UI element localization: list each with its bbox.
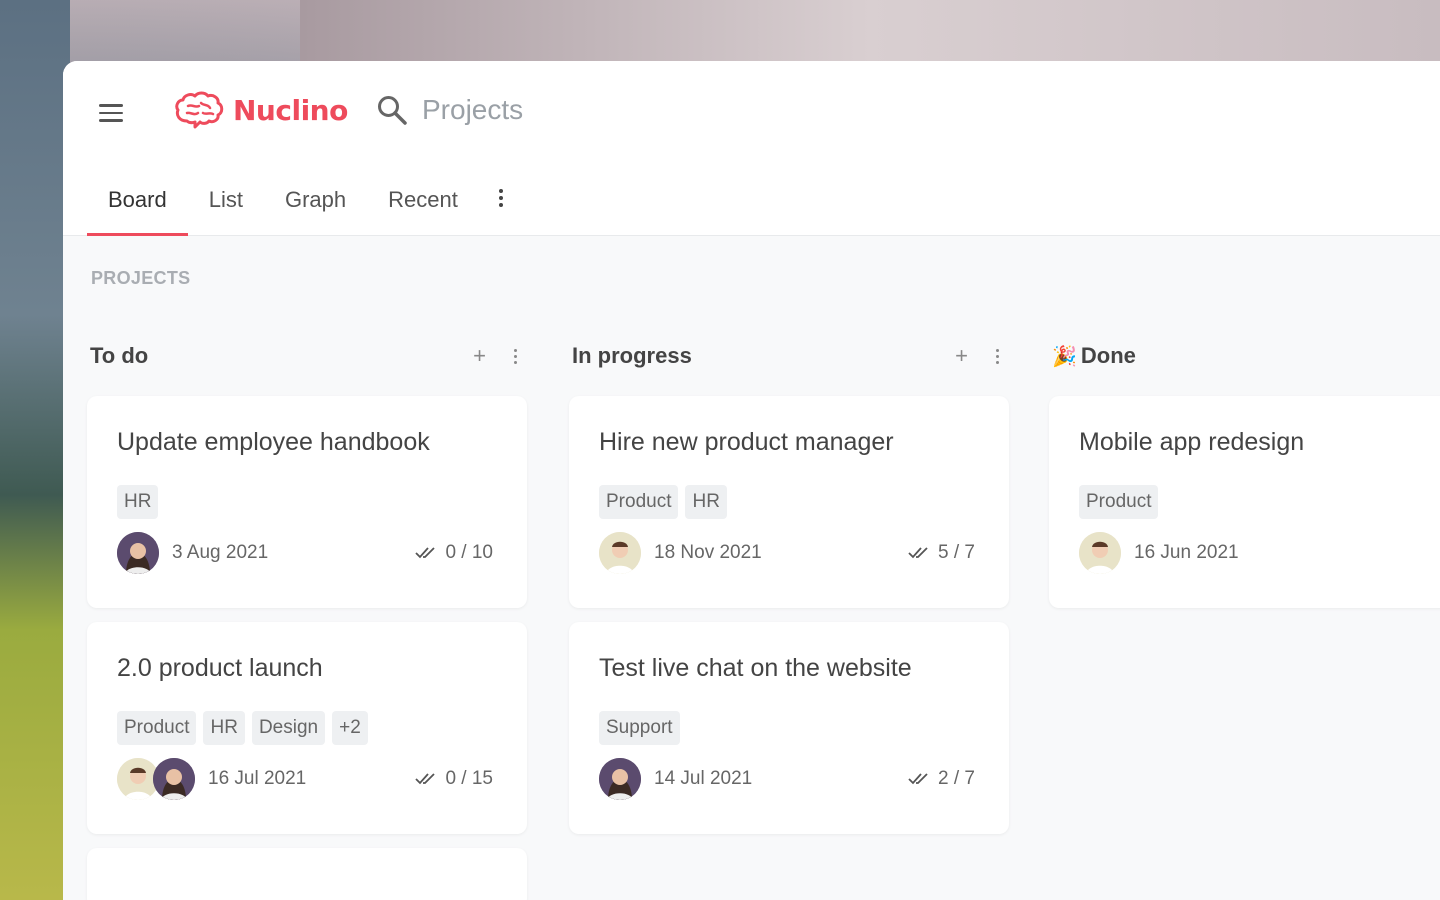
double-check-icon [908,773,928,785]
card[interactable]: Test live chat on the website Support 14… [569,622,1009,834]
logo-text: Nuclino [233,93,348,127]
due-date: 18 Nov 2021 [654,542,762,563]
tab-recent[interactable]: Recent [367,175,479,235]
card-title: Update employee handbook [117,428,430,456]
card-title: Mobile app redesign [1079,428,1305,456]
column-menu-icon[interactable] [510,347,521,366]
brain-logo-icon [175,91,224,129]
card-title: Test live chat on the website [599,654,912,682]
task-progress: 5 / 7 [908,542,979,564]
column-header: To do + [87,336,527,376]
column-todo: To do + Update employee handbook HR 3 Au… [87,336,527,900]
column-in-progress: In progress + Hire new product manager P… [569,336,1009,834]
search-icon [378,96,407,125]
background-mountain [0,0,70,900]
tag-list: Product [1079,485,1419,519]
search-bar[interactable]: Projects [376,94,523,126]
column-header: 🎉 Done [1049,336,1440,376]
tag-list: Product HR Design +2 [117,711,497,745]
tag[interactable]: Product [599,485,679,519]
column-title-text: Done [1080,343,1136,368]
tag[interactable]: Design [251,711,326,745]
tag-more[interactable]: +2 [332,711,368,745]
tab-board[interactable]: Board [87,175,188,236]
add-card-icon[interactable]: + [473,345,486,367]
avatar[interactable] [1079,532,1121,574]
top-bar: Nuclino Projects Board List Graph Recent [63,61,1440,236]
column-menu-icon[interactable] [992,347,1003,366]
avatar[interactable] [117,532,159,574]
background-sky [300,0,1440,62]
progress-text: 2 / 7 [938,768,975,789]
tab-graph[interactable]: Graph [264,175,367,235]
app-window: Nuclino Projects Board List Graph Recent… [63,61,1440,900]
tag[interactable]: HR [203,711,245,745]
double-check-icon [415,773,436,785]
tag-list: HR [117,485,497,519]
due-date: 3 Aug 2021 [172,542,269,563]
tag[interactable]: HR [117,485,159,519]
card-title: 2.0 product launch [117,654,323,682]
task-progress: 0 / 10 [415,542,497,564]
card[interactable]: 2.0 product launch Product HR Design +2 … [87,622,527,834]
add-card-icon[interactable]: + [955,345,968,367]
due-date: 16 Jul 2021 [208,768,307,789]
due-date: 16 Jun 2021 [1134,542,1239,563]
party-popper-icon: 🎉 [1052,345,1077,368]
more-tabs-icon[interactable] [479,175,523,235]
column-title: In progress [572,343,692,368]
due-date: 14 Jul 2021 [654,768,753,789]
view-tabs: Board List Graph Recent [87,175,523,236]
tag[interactable]: Product [1079,485,1159,519]
task-progress: 0 / 15 [415,768,497,790]
tag[interactable]: Product [117,711,197,745]
progress-text: 0 / 15 [445,768,493,789]
card[interactable]: Update employee handbook HR 3 Aug 2021 0… [87,396,527,608]
section-title: PROJECTS [91,268,191,288]
progress-text: 0 / 10 [445,542,493,563]
tag[interactable]: Support [599,711,680,745]
column-title: To do [90,343,149,368]
avatar[interactable] [599,758,641,800]
card[interactable]: Mobile app redesign Product 16 Jun 2021 [1049,396,1440,608]
column-done: 🎉 Done Mobile app redesign Product 16 Ju… [1049,336,1440,608]
double-check-icon [908,547,928,559]
logo[interactable]: Nuclino [173,91,348,129]
hamburger-menu-icon[interactable] [99,99,131,127]
tag-list: Product HR [599,485,979,519]
tab-list[interactable]: List [188,175,264,235]
column-title: 🎉 Done [1052,343,1136,369]
card[interactable]: Hire new product manager Product HR 18 N… [569,396,1009,608]
card[interactable] [87,848,527,900]
avatar[interactable] [599,532,641,574]
progress-text: 5 / 7 [938,542,975,563]
avatar[interactable] [153,758,195,800]
tag-list: Support [599,711,979,745]
tag[interactable]: HR [685,485,727,519]
task-progress: 2 / 7 [908,768,979,790]
search-placeholder: Projects [422,94,524,125]
column-header: In progress + [569,336,1009,376]
double-check-icon [415,547,436,559]
card-title: Hire new product manager [599,428,894,456]
